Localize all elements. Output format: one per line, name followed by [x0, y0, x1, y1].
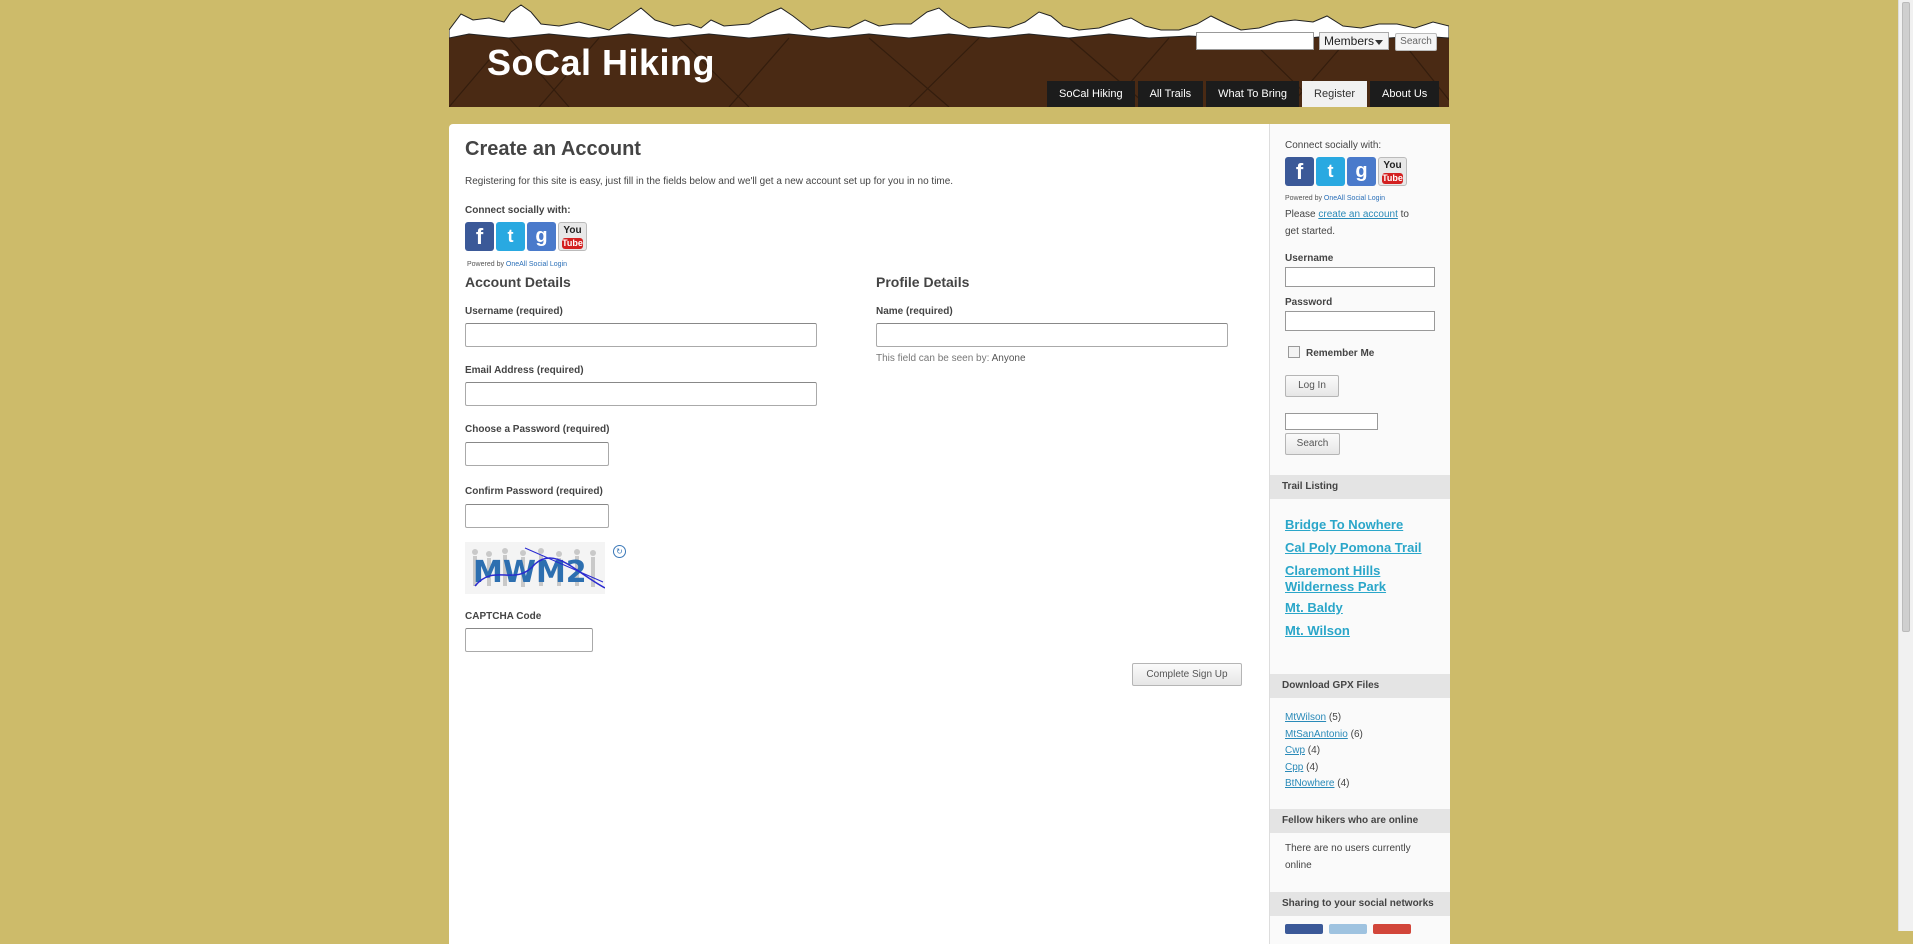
page-title: Create an Account: [465, 138, 641, 160]
share-facebook-icon[interactable]: [1285, 924, 1323, 934]
gpx-item: MtSanAntonio (6): [1285, 729, 1363, 740]
captcha-image: MWM2: [465, 542, 605, 594]
oneall-link[interactable]: OneAll Social Login: [506, 261, 567, 268]
refresh-captcha-icon[interactable]: ↻: [613, 545, 626, 558]
nav-tab-about-us[interactable]: About Us: [1370, 81, 1440, 107]
powered-by: Powered by OneAll Social Login: [467, 261, 567, 268]
sidebar-search-button[interactable]: Search: [1285, 433, 1340, 455]
page-scrollbar[interactable]: [1898, 0, 1913, 931]
facebook-icon[interactable]: f: [465, 222, 494, 251]
sidebar-powered-text: Powered by: [1285, 195, 1322, 202]
remember-me-checkbox[interactable]: [1288, 346, 1300, 358]
header-search-button[interactable]: Search: [1395, 33, 1437, 51]
google-icon[interactable]: g: [527, 222, 556, 251]
gpx-item: Cwp (4): [1285, 745, 1320, 756]
confirm-password-field[interactable]: [465, 504, 609, 528]
create-account-prompt: Please create an account to get started.: [1285, 206, 1425, 240]
search-scope-select[interactable]: Members: [1319, 32, 1389, 50]
twitter-icon[interactable]: t: [496, 222, 525, 251]
trail-link[interactable]: Cal Poly Pomona Trail: [1285, 540, 1445, 556]
nav-tab-register[interactable]: Register: [1302, 81, 1368, 107]
connect-label: Connect socially with:: [465, 205, 571, 216]
main-panel: Create an Account Registering for this s…: [449, 124, 1450, 944]
username-label: Username (required): [465, 306, 563, 317]
gpx-count: (4): [1337, 778, 1350, 789]
password-field[interactable]: [465, 442, 609, 466]
online-heading: Fellow hikers who are online: [1270, 809, 1450, 833]
login-username-field[interactable]: [1285, 267, 1435, 287]
facebook-icon[interactable]: f: [1285, 157, 1314, 186]
scrollbar-thumb[interactable]: [1902, 2, 1910, 632]
sidebar-oneall-link[interactable]: OneAll Social Login: [1324, 195, 1385, 202]
account-details-heading: Account Details: [465, 274, 571, 290]
gpx-file-link[interactable]: MtWilson: [1285, 712, 1326, 723]
share-icons: [1285, 924, 1411, 934]
sidebar-social-icons: f t g You Tube: [1285, 157, 1407, 186]
site-header: SoCal Hiking Members Search SoCal Hiking…: [449, 0, 1449, 107]
profile-details-heading: Profile Details: [876, 274, 970, 290]
password-label: Choose a Password (required): [465, 424, 610, 435]
remember-me-label: Remember Me: [1306, 348, 1375, 359]
online-users-text: There are no users currently online: [1285, 843, 1411, 871]
captcha-label: CAPTCHA Code: [465, 611, 542, 622]
trail-link[interactable]: Mt. Baldy: [1285, 600, 1445, 616]
sidebar-powered-by: Powered by OneAll Social Login: [1285, 195, 1385, 202]
search-scope-value: Members: [1324, 34, 1375, 48]
login-username-label: Username: [1285, 253, 1334, 264]
site-title[interactable]: SoCal Hiking: [487, 42, 715, 84]
header-search-input[interactable]: [1196, 32, 1314, 50]
gpx-item: Cpp (4): [1285, 762, 1318, 773]
trail-link[interactable]: Claremont Hills Wilderness Park: [1285, 563, 1445, 595]
field-visibility: This field can be seen by: Anyone: [876, 353, 1026, 364]
sidebar-search-input[interactable]: [1285, 413, 1378, 430]
login-button[interactable]: Log In: [1285, 375, 1339, 397]
gpx-file-link[interactable]: BtNowhere: [1285, 778, 1334, 789]
gpx-count: (4): [1306, 761, 1319, 773]
gpx-item: BtNowhere (4): [1285, 778, 1349, 789]
visibility-prefix: This field can be seen by:: [876, 353, 990, 364]
email-label: Email Address (required): [465, 365, 584, 376]
trail-link[interactable]: Mt. Wilson: [1285, 623, 1445, 639]
gpx-count: (5): [1328, 712, 1342, 723]
gpx-heading: Download GPX Files: [1270, 674, 1450, 698]
name-label: Name (required): [876, 306, 953, 317]
intro-text: Registering for this site is easy, just …: [465, 176, 954, 187]
sharing-heading: Sharing to your social networks: [1270, 892, 1450, 916]
twitter-icon[interactable]: t: [1316, 157, 1345, 186]
share-twitter-icon[interactable]: [1329, 924, 1367, 934]
gpx-item: MtWilson (5): [1285, 712, 1341, 723]
youtube-icon[interactable]: You Tube: [1378, 157, 1407, 186]
please-text: Please: [1285, 209, 1316, 220]
main-nav: SoCal Hiking All Trails What To Bring Regis…: [1047, 81, 1442, 107]
nav-tab-all-trails[interactable]: All Trails: [1137, 81, 1204, 107]
gpx-count: (4): [1307, 745, 1321, 756]
gpx-file-link[interactable]: Cwp: [1285, 745, 1305, 756]
sidebar-connect-label: Connect socially with:: [1285, 140, 1382, 151]
chevron-down-icon: [1375, 40, 1383, 45]
create-account-link[interactable]: create an account: [1318, 209, 1398, 220]
trail-link[interactable]: Bridge To Nowhere: [1285, 517, 1445, 533]
gpx-file-link[interactable]: Cpp: [1285, 762, 1303, 773]
gpx-count: (6): [1350, 728, 1363, 740]
name-field[interactable]: [876, 323, 1228, 347]
gpx-file-link[interactable]: MtSanAntonio: [1285, 729, 1348, 740]
login-password-field[interactable]: [1285, 311, 1435, 331]
login-password-label: Password: [1285, 297, 1333, 308]
captcha-field[interactable]: [465, 628, 593, 652]
social-login-icons: f t g You Tube: [465, 222, 587, 251]
email-field[interactable]: [465, 382, 817, 406]
youtube-icon[interactable]: You Tube: [558, 222, 587, 251]
share-google-icon[interactable]: [1373, 924, 1411, 934]
trail-listing-heading: Trail Listing: [1270, 475, 1450, 499]
nav-tab-what-to-bring[interactable]: What To Bring: [1206, 81, 1300, 107]
visibility-value[interactable]: Anyone: [992, 353, 1026, 364]
captcha-text: MWM2: [473, 555, 587, 590]
confirm-password-label: Confirm Password (required): [465, 486, 603, 497]
sidebar: Connect socially with: f t g You Tube Powere…: [1269, 124, 1450, 944]
username-field[interactable]: [465, 323, 817, 347]
powered-by-text: Powered by: [467, 261, 504, 268]
nav-tab-socal-hiking[interactable]: SoCal Hiking: [1047, 81, 1135, 107]
complete-signup-button[interactable]: Complete Sign Up: [1132, 663, 1242, 686]
google-icon[interactable]: g: [1347, 157, 1376, 186]
